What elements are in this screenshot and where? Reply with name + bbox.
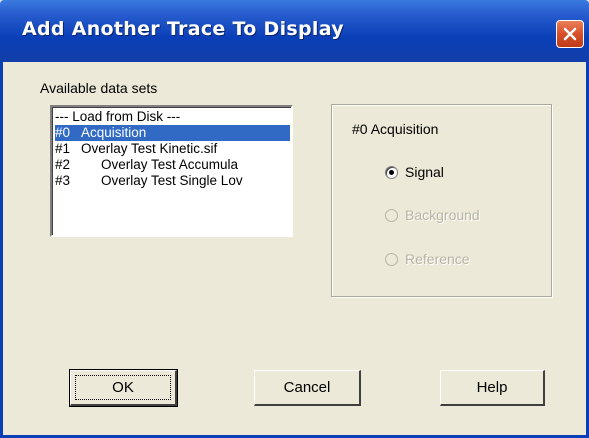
close-icon — [563, 27, 577, 41]
list-item-acquisition[interactable]: #0 Acquisition — [55, 125, 290, 141]
background-radio — [385, 209, 398, 222]
title-bar[interactable]: Add Another Trace To Display — [0, 0, 589, 62]
reference-radio-label: Reference — [405, 251, 470, 267]
list-item-load-from-disk[interactable]: --- Load from Disk --- — [55, 109, 180, 125]
ok-button[interactable]: OK — [69, 369, 178, 407]
list-item-overlay-accumulate[interactable]: #2 Overlay Test Accumula — [55, 157, 238, 173]
available-datasets-label: Available data sets — [40, 80, 158, 96]
add-trace-dialog: Add Another Trace To Display Available d… — [0, 0, 589, 438]
signal-radio[interactable] — [385, 166, 398, 179]
reference-radio — [385, 253, 398, 266]
radio-checked-dot — [389, 170, 394, 175]
cancel-button[interactable]: Cancel — [254, 370, 361, 406]
selected-dataset-title: #0 Acquisition — [352, 121, 439, 137]
window-title: Add Another Trace To Display — [22, 18, 344, 40]
close-button[interactable] — [556, 20, 584, 48]
signal-radio-label[interactable]: Signal — [405, 164, 444, 180]
list-item-overlay-single[interactable]: #3 Overlay Test Single Lov — [55, 173, 243, 189]
list-item-overlay-kinetic[interactable]: #1 Overlay Test Kinetic.sif — [55, 141, 217, 157]
help-button[interactable]: Help — [440, 370, 545, 406]
background-radio-label: Background — [405, 207, 480, 223]
datasets-listbox[interactable]: --- Load from Disk --- #0 Acquisition #1 O… — [50, 105, 293, 237]
focus-rectangle — [75, 375, 171, 400]
